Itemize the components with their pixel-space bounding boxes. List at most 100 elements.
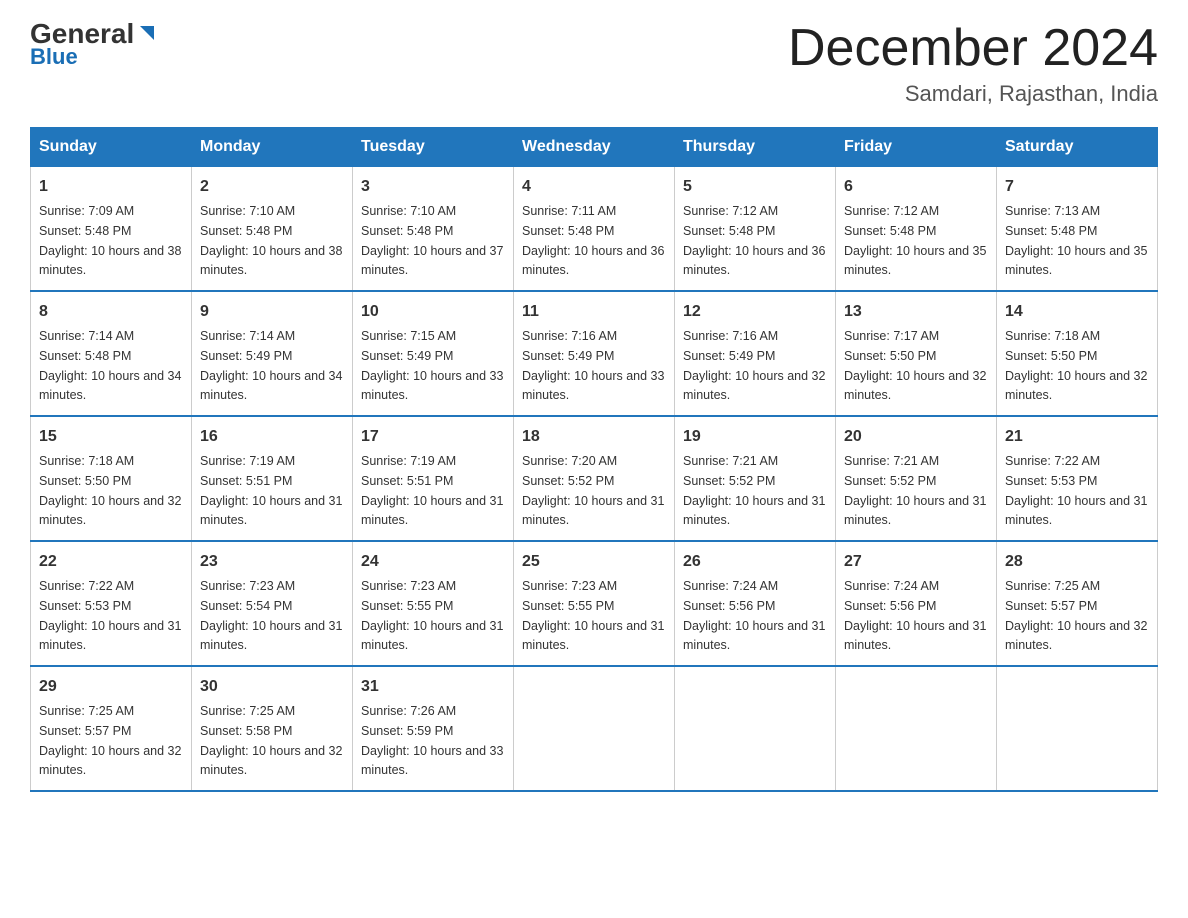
calendar-week-row: 22 Sunrise: 7:22 AMSunset: 5:53 PMDaylig… — [31, 541, 1158, 666]
calendar-cell: 14 Sunrise: 7:18 AMSunset: 5:50 PMDaylig… — [997, 291, 1158, 416]
calendar-cell: 11 Sunrise: 7:16 AMSunset: 5:49 PMDaylig… — [514, 291, 675, 416]
calendar-cell — [836, 666, 997, 791]
calendar-cell: 6 Sunrise: 7:12 AMSunset: 5:48 PMDayligh… — [836, 167, 997, 292]
calendar-cell: 5 Sunrise: 7:12 AMSunset: 5:48 PMDayligh… — [675, 167, 836, 292]
day-number: 2 — [200, 175, 344, 199]
calendar-cell: 10 Sunrise: 7:15 AMSunset: 5:49 PMDaylig… — [353, 291, 514, 416]
day-info: Sunrise: 7:14 AMSunset: 5:49 PMDaylight:… — [200, 329, 342, 402]
day-number: 5 — [683, 175, 827, 199]
calendar-week-row: 29 Sunrise: 7:25 AMSunset: 5:57 PMDaylig… — [31, 666, 1158, 791]
day-number: 15 — [39, 425, 183, 449]
month-title: December 2024 — [788, 20, 1158, 77]
day-number: 26 — [683, 550, 827, 574]
day-number: 10 — [361, 300, 505, 324]
day-number: 25 — [522, 550, 666, 574]
calendar-cell: 3 Sunrise: 7:10 AMSunset: 5:48 PMDayligh… — [353, 167, 514, 292]
col-wednesday: Wednesday — [514, 128, 675, 167]
calendar-cell: 24 Sunrise: 7:23 AMSunset: 5:55 PMDaylig… — [353, 541, 514, 666]
day-info: Sunrise: 7:21 AMSunset: 5:52 PMDaylight:… — [683, 454, 825, 527]
calendar-cell: 30 Sunrise: 7:25 AMSunset: 5:58 PMDaylig… — [192, 666, 353, 791]
calendar-cell: 17 Sunrise: 7:19 AMSunset: 5:51 PMDaylig… — [353, 416, 514, 541]
day-info: Sunrise: 7:11 AMSunset: 5:48 PMDaylight:… — [522, 204, 664, 277]
day-info: Sunrise: 7:19 AMSunset: 5:51 PMDaylight:… — [200, 454, 342, 527]
calendar-cell — [997, 666, 1158, 791]
col-thursday: Thursday — [675, 128, 836, 167]
day-number: 9 — [200, 300, 344, 324]
calendar-cell: 27 Sunrise: 7:24 AMSunset: 5:56 PMDaylig… — [836, 541, 997, 666]
title-block: December 2024 Samdari, Rajasthan, India — [788, 20, 1158, 107]
col-sunday: Sunday — [31, 128, 192, 167]
day-info: Sunrise: 7:19 AMSunset: 5:51 PMDaylight:… — [361, 454, 503, 527]
day-info: Sunrise: 7:10 AMSunset: 5:48 PMDaylight:… — [361, 204, 503, 277]
calendar-cell: 31 Sunrise: 7:26 AMSunset: 5:59 PMDaylig… — [353, 666, 514, 791]
calendar-cell: 26 Sunrise: 7:24 AMSunset: 5:56 PMDaylig… — [675, 541, 836, 666]
calendar-cell: 4 Sunrise: 7:11 AMSunset: 5:48 PMDayligh… — [514, 167, 675, 292]
day-number: 4 — [522, 175, 666, 199]
calendar-week-row: 15 Sunrise: 7:18 AMSunset: 5:50 PMDaylig… — [31, 416, 1158, 541]
day-number: 3 — [361, 175, 505, 199]
day-info: Sunrise: 7:26 AMSunset: 5:59 PMDaylight:… — [361, 704, 503, 777]
day-number: 18 — [522, 425, 666, 449]
calendar-table: Sunday Monday Tuesday Wednesday Thursday… — [30, 127, 1158, 792]
col-saturday: Saturday — [997, 128, 1158, 167]
day-number: 29 — [39, 675, 183, 699]
calendar-cell: 15 Sunrise: 7:18 AMSunset: 5:50 PMDaylig… — [31, 416, 192, 541]
day-info: Sunrise: 7:18 AMSunset: 5:50 PMDaylight:… — [39, 454, 181, 527]
day-info: Sunrise: 7:14 AMSunset: 5:48 PMDaylight:… — [39, 329, 181, 402]
day-info: Sunrise: 7:17 AMSunset: 5:50 PMDaylight:… — [844, 329, 986, 402]
day-number: 28 — [1005, 550, 1149, 574]
day-number: 6 — [844, 175, 988, 199]
day-info: Sunrise: 7:12 AMSunset: 5:48 PMDaylight:… — [844, 204, 986, 277]
day-info: Sunrise: 7:24 AMSunset: 5:56 PMDaylight:… — [683, 579, 825, 652]
col-monday: Monday — [192, 128, 353, 167]
day-info: Sunrise: 7:18 AMSunset: 5:50 PMDaylight:… — [1005, 329, 1147, 402]
calendar-cell — [675, 666, 836, 791]
day-number: 24 — [361, 550, 505, 574]
day-info: Sunrise: 7:10 AMSunset: 5:48 PMDaylight:… — [200, 204, 342, 277]
day-number: 27 — [844, 550, 988, 574]
day-info: Sunrise: 7:16 AMSunset: 5:49 PMDaylight:… — [522, 329, 664, 402]
day-number: 11 — [522, 300, 666, 324]
day-info: Sunrise: 7:25 AMSunset: 5:57 PMDaylight:… — [39, 704, 181, 777]
calendar-cell: 8 Sunrise: 7:14 AMSunset: 5:48 PMDayligh… — [31, 291, 192, 416]
location-title: Samdari, Rajasthan, India — [788, 81, 1158, 107]
day-number: 20 — [844, 425, 988, 449]
day-number: 1 — [39, 175, 183, 199]
calendar-cell: 28 Sunrise: 7:25 AMSunset: 5:57 PMDaylig… — [997, 541, 1158, 666]
calendar-cell: 9 Sunrise: 7:14 AMSunset: 5:49 PMDayligh… — [192, 291, 353, 416]
calendar-week-row: 8 Sunrise: 7:14 AMSunset: 5:48 PMDayligh… — [31, 291, 1158, 416]
day-info: Sunrise: 7:25 AMSunset: 5:58 PMDaylight:… — [200, 704, 342, 777]
day-number: 12 — [683, 300, 827, 324]
day-info: Sunrise: 7:23 AMSunset: 5:54 PMDaylight:… — [200, 579, 342, 652]
day-info: Sunrise: 7:24 AMSunset: 5:56 PMDaylight:… — [844, 579, 986, 652]
day-number: 23 — [200, 550, 344, 574]
day-number: 13 — [844, 300, 988, 324]
day-info: Sunrise: 7:21 AMSunset: 5:52 PMDaylight:… — [844, 454, 986, 527]
logo: General Blue — [30, 20, 158, 70]
day-info: Sunrise: 7:25 AMSunset: 5:57 PMDaylight:… — [1005, 579, 1147, 652]
calendar-cell: 23 Sunrise: 7:23 AMSunset: 5:54 PMDaylig… — [192, 541, 353, 666]
day-number: 16 — [200, 425, 344, 449]
day-info: Sunrise: 7:23 AMSunset: 5:55 PMDaylight:… — [361, 579, 503, 652]
day-info: Sunrise: 7:20 AMSunset: 5:52 PMDaylight:… — [522, 454, 664, 527]
day-info: Sunrise: 7:12 AMSunset: 5:48 PMDaylight:… — [683, 204, 825, 277]
day-number: 31 — [361, 675, 505, 699]
calendar-cell: 19 Sunrise: 7:21 AMSunset: 5:52 PMDaylig… — [675, 416, 836, 541]
page-header: General Blue December 2024 Samdari, Raja… — [30, 20, 1158, 107]
calendar-cell: 20 Sunrise: 7:21 AMSunset: 5:52 PMDaylig… — [836, 416, 997, 541]
calendar-cell: 18 Sunrise: 7:20 AMSunset: 5:52 PMDaylig… — [514, 416, 675, 541]
day-number: 22 — [39, 550, 183, 574]
calendar-cell — [514, 666, 675, 791]
day-number: 17 — [361, 425, 505, 449]
logo-blue: Blue — [30, 44, 78, 70]
col-friday: Friday — [836, 128, 997, 167]
calendar-cell: 29 Sunrise: 7:25 AMSunset: 5:57 PMDaylig… — [31, 666, 192, 791]
day-info: Sunrise: 7:13 AMSunset: 5:48 PMDaylight:… — [1005, 204, 1147, 277]
day-number: 7 — [1005, 175, 1149, 199]
calendar-cell: 25 Sunrise: 7:23 AMSunset: 5:55 PMDaylig… — [514, 541, 675, 666]
calendar-cell: 21 Sunrise: 7:22 AMSunset: 5:53 PMDaylig… — [997, 416, 1158, 541]
calendar-cell: 1 Sunrise: 7:09 AMSunset: 5:48 PMDayligh… — [31, 167, 192, 292]
calendar-cell: 7 Sunrise: 7:13 AMSunset: 5:48 PMDayligh… — [997, 167, 1158, 292]
day-number: 30 — [200, 675, 344, 699]
day-info: Sunrise: 7:23 AMSunset: 5:55 PMDaylight:… — [522, 579, 664, 652]
